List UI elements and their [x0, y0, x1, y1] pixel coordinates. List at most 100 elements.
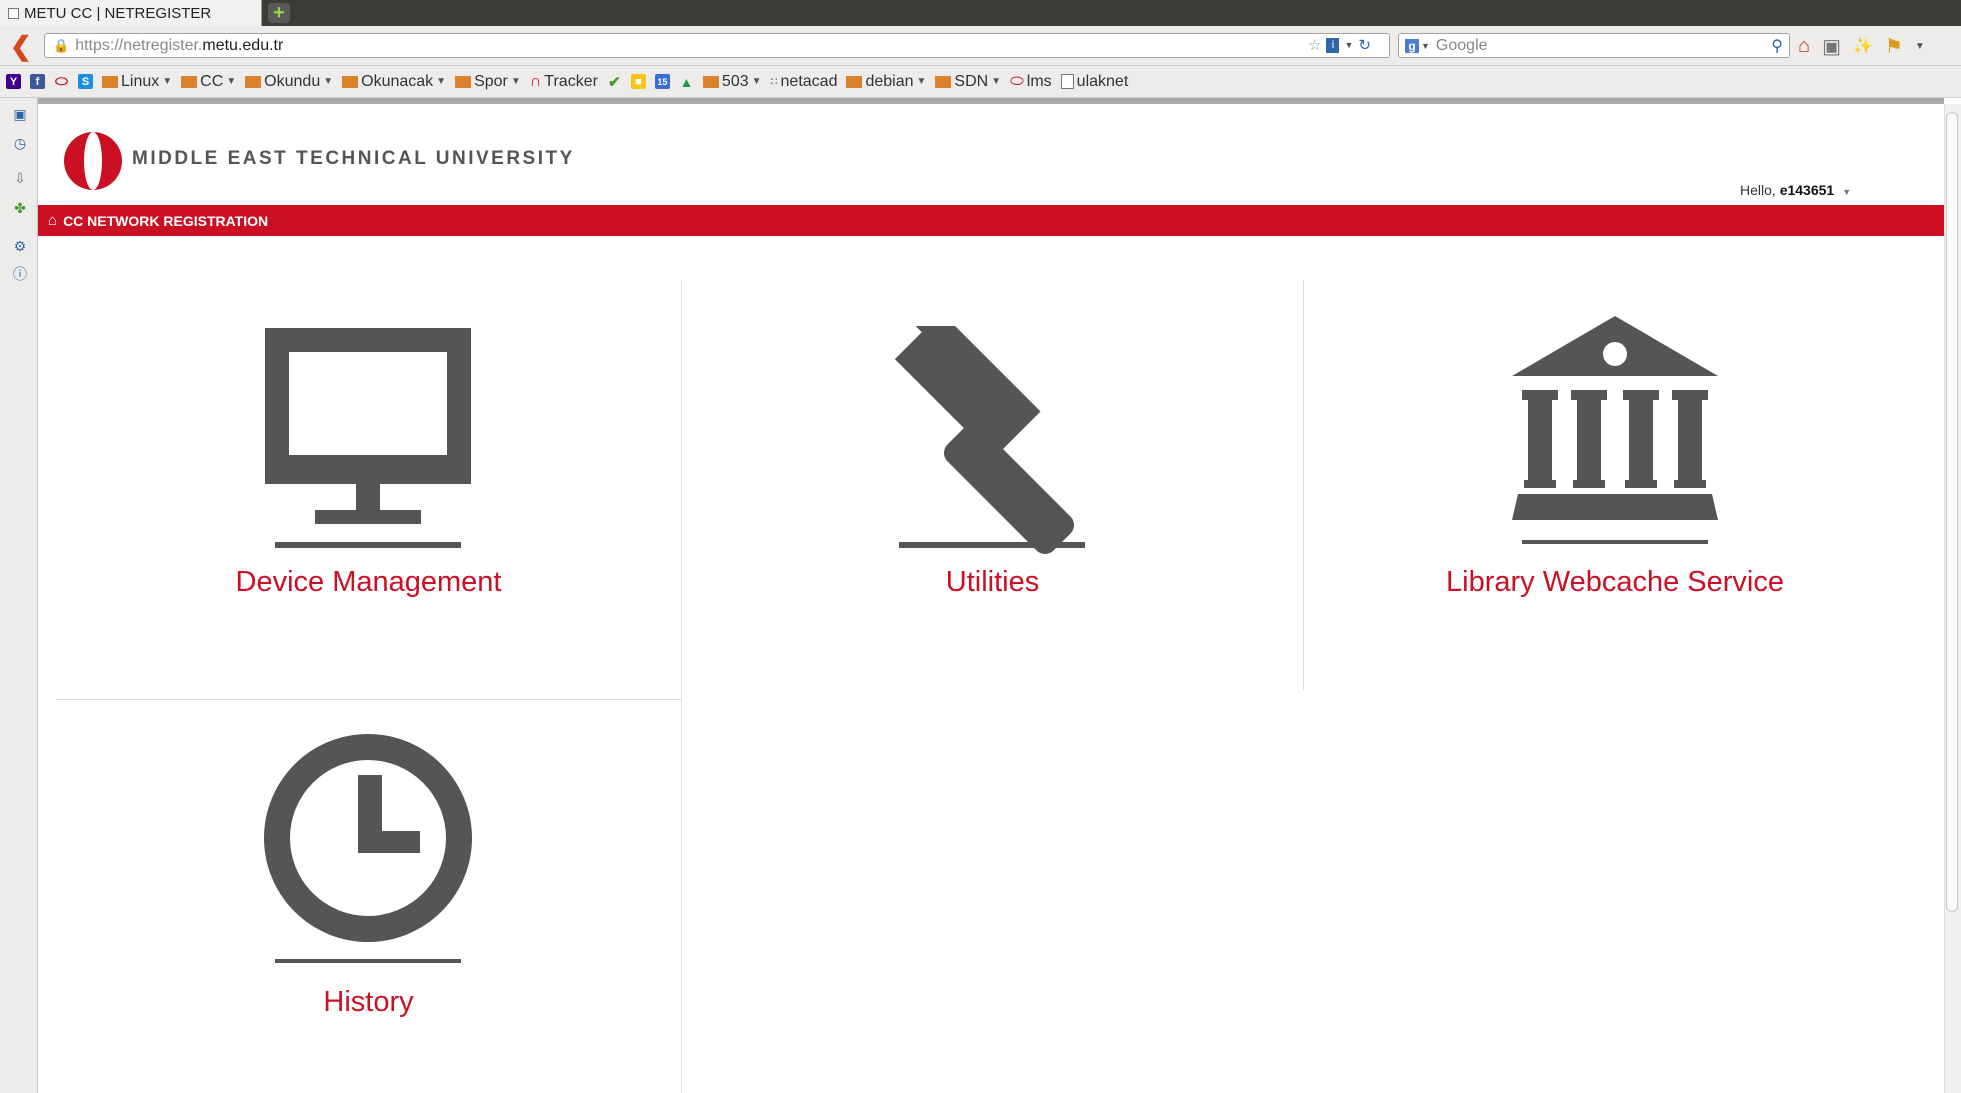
facebook-icon[interactable]: f [30, 74, 45, 89]
bookmarks-sidebar-icon[interactable]: ▣ [12, 106, 28, 122]
university-name[interactable]: MIDDLE EAST TECHNICAL UNIVERSITY [132, 148, 575, 170]
page-icon [1060, 74, 1074, 89]
hammer-icon [894, 326, 1085, 555]
chevron-down-icon: ▼ [162, 76, 173, 87]
section-title[interactable]: CC NETWORK REGISTRATION [63, 213, 268, 229]
toolbar-icons: ⌂ ▣ ✨ ⚑ ▼ [1798, 32, 1958, 60]
chevron-down-icon[interactable]: ▼ [1344, 40, 1353, 50]
folder-icon [455, 75, 472, 88]
bookmark-label: 503 [721, 72, 749, 90]
bookmark-lms[interactable]: ⬭ lms [1010, 73, 1052, 91]
clock-icon [264, 734, 472, 963]
bookmark-ulaknet[interactable]: ulaknet [1060, 73, 1128, 91]
search-engine-icon[interactable]: g [1405, 38, 1419, 53]
tile-device-management[interactable]: Device Management [56, 290, 681, 690]
scrollbar-thumb[interactable] [1946, 112, 1958, 912]
new-tab-button[interactable]: + [268, 1, 290, 24]
downloads-sidebar-icon[interactable]: ⇩ [12, 170, 28, 186]
extension-icon[interactable]: ✨ [1853, 36, 1873, 56]
address-bar-controls: ☆ i ▼ ↻ [1308, 34, 1386, 56]
tile-utilities[interactable]: Utilities [682, 290, 1303, 690]
bookmark-folder-cc[interactable]: CC ▼ [181, 73, 236, 91]
bookmark-folder-okunacak[interactable]: Okunacak ▼ [342, 73, 446, 91]
screenshot-icon[interactable]: ▣ [1822, 34, 1841, 59]
bookmark-netacad[interactable]: ∷ netacad [771, 73, 838, 91]
tile-label[interactable]: Utilities [682, 566, 1303, 599]
bookmark-folder-debian[interactable]: debian ▼ [846, 73, 926, 91]
bookmark-label: Tracker [544, 72, 598, 90]
bookmark-label: CC [200, 72, 224, 90]
site-identity-icon[interactable]: i [1326, 37, 1340, 53]
plus-icon: + [273, 1, 285, 24]
library-building-icon [1512, 316, 1718, 544]
yahoo-icon[interactable]: Y [6, 74, 21, 89]
bookmark-folder-503[interactable]: 503 ▼ [702, 72, 762, 91]
opera-icon[interactable]: ⬭ [54, 73, 69, 90]
chevron-down-icon: ▼ [323, 76, 334, 87]
metu-logo-icon: ⬭ [1010, 72, 1024, 90]
lock-icon: 🔒 [53, 37, 70, 53]
browser-tab[interactable]: METU CC | NETREGISTER [0, 0, 262, 26]
page-top-border [38, 98, 1944, 104]
folder-icon [102, 75, 118, 88]
address-bar[interactable]: 🔒 https://netregister. metu.edu.tr [44, 33, 1390, 58]
folder-icon [181, 75, 198, 88]
info-sidebar-icon[interactable]: ⓘ [12, 266, 28, 282]
browser-tab-bar [0, 0, 1961, 26]
bookmark-label: Linux [121, 72, 160, 90]
chevron-down-icon[interactable]: ▼ [1421, 41, 1430, 51]
bookmark-label: lms [1026, 72, 1052, 90]
bookmark-folder-sdn[interactable]: SDN ▼ [935, 73, 1001, 91]
search-icon[interactable]: ⚲ [1771, 36, 1783, 56]
keep-icon[interactable]: ■ [630, 74, 646, 89]
bookmark-folder-spor[interactable]: Spor ▼ [455, 73, 521, 91]
bookmark-star-icon[interactable]: ☆ [1308, 36, 1321, 54]
tile-divider [56, 699, 681, 700]
bookmark-label: Okundu [264, 72, 321, 90]
monitor-icon [265, 328, 471, 548]
folder-icon [935, 75, 952, 88]
tile-label[interactable]: Library Webcache Service [1304, 566, 1926, 599]
drive-icon[interactable]: ▲ [679, 74, 694, 90]
chevron-down-icon: ▼ [510, 76, 521, 87]
bookmark-folder-linux[interactable]: Linux ▼ [102, 73, 172, 91]
tracker-icon: ∩ [529, 72, 542, 90]
history-sidebar-icon[interactable]: ◷ [12, 135, 28, 151]
folder-icon [245, 75, 262, 88]
page-icon [8, 7, 19, 19]
search-placeholder: Google [1435, 36, 1488, 54]
tile-history[interactable]: History [56, 710, 681, 1093]
menu-chevron-icon[interactable]: ▼ [1915, 41, 1925, 52]
folder-icon [342, 75, 359, 88]
bookmark-label: Okunacak [361, 72, 434, 90]
back-button[interactable]: ❮ [10, 31, 32, 61]
tile-library-webcache-service[interactable]: Library Webcache Service [1304, 290, 1926, 690]
url-host: metu.edu.tr [202, 36, 284, 54]
netacad-icon: ∷ [770, 76, 778, 88]
reload-icon[interactable]: ↻ [1358, 36, 1371, 54]
bookmark-folder-okundu[interactable]: Okundu ▼ [245, 73, 333, 91]
user-menu[interactable]: Hello, e143651 ▼ [1740, 182, 1851, 198]
section-header-bar: ⌂ CC NETWORK REGISTRATION [38, 205, 1944, 236]
url-prefix: https://netregister. [75, 36, 203, 54]
s-service-icon[interactable]: S [78, 74, 93, 89]
checkmark-icon[interactable]: ✔ [607, 74, 622, 91]
search-bar[interactable]: g ▼ Google ⚲ [1398, 33, 1790, 58]
tile-label[interactable]: History [56, 986, 681, 1019]
chevron-down-icon: ▼ [226, 76, 237, 87]
bookmark-tracker[interactable]: ∩ Tracker [530, 73, 598, 91]
chevron-down-icon: ▼ [991, 76, 1002, 87]
settings-sidebar-icon[interactable]: ⚙ [12, 238, 28, 254]
bookmark-label: debian [865, 72, 914, 90]
addons-sidebar-icon[interactable]: ✤ [12, 200, 28, 216]
greeting-text: Hello, [1740, 182, 1776, 198]
tab-title: METU CC | NETREGISTER [24, 4, 212, 22]
tile-label[interactable]: Device Management [56, 566, 681, 599]
bookmark-label: Spor [474, 72, 508, 90]
addon-icon[interactable]: ⚑ [1885, 34, 1903, 59]
calendar-icon[interactable]: 15 [654, 74, 670, 89]
home-icon[interactable]: ⌂ [1798, 35, 1810, 58]
home-icon[interactable]: ⌂ [48, 212, 57, 229]
chevron-down-icon: ▼ [1842, 187, 1852, 197]
folder-icon [702, 75, 719, 88]
